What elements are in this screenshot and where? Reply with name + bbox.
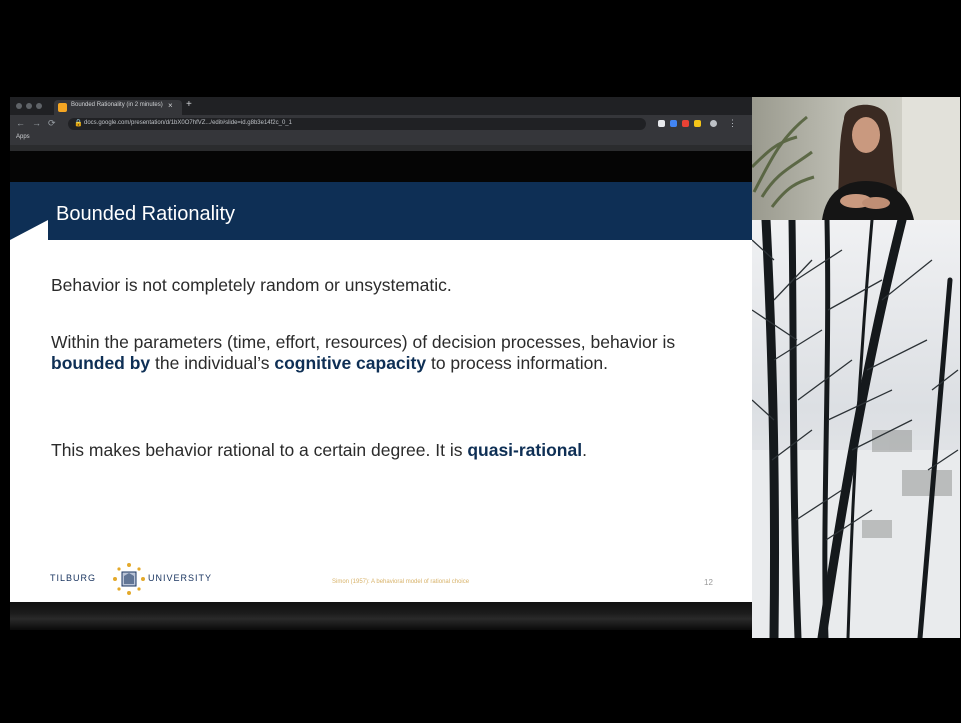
paragraph-3-part1: This makes behavior rational to a certai… [51,440,468,460]
forward-button[interactable]: → [32,118,41,128]
extension-icon[interactable] [694,120,701,127]
browser-tab[interactable]: Bounded Rationality (in 2 minutes) × [54,100,182,115]
presentation-slide: Bounded Rationality Behavior is not comp… [10,182,752,602]
minimize-window-icon[interactable] [26,103,32,109]
slide-page-number: 12 [704,578,713,587]
apps-bookmark[interactable]: Apps [16,134,30,140]
winter-trees-background [752,220,960,638]
back-button[interactable]: ← [16,118,25,128]
slide-letterbox [10,151,752,183]
bookmarks-bar: Apps [10,133,752,145]
bounded-by-emphasis: bounded by [51,353,151,373]
quasi-rational-emphasis: quasi-rational [467,440,583,460]
logo-text-tilburg: TILBURG [50,573,97,583]
extension-icon[interactable] [682,120,689,127]
slide-title: Bounded Rationality [56,203,236,225]
address-bar[interactable]: 🔒 docs.google.com/presentation/d/1bX0O7h… [68,118,646,130]
paragraph-2-part2: the individual’s [150,353,275,373]
star-icon[interactable] [658,120,665,127]
winter-trees-image [752,220,960,638]
extension-icon[interactable] [670,120,677,127]
cognitive-capacity-emphasis: cognitive capacity [274,353,427,373]
desktop-strip [10,602,752,630]
close-window-icon[interactable] [16,103,22,109]
presenter-image [752,97,960,220]
paragraph-2: Within the parameters (time, effort, res… [51,332,741,374]
url-text: docs.google.com/presentation/d/1bX0O7hfV… [84,120,292,126]
logo-text-university: UNIVERSITY [148,573,213,583]
paragraph-3-part2: . [582,440,587,460]
paragraph-2-part3: to process information. [426,353,608,373]
lock-icon: 🔒 [74,120,83,127]
browser-toolbar: ← → ⟳ 🔒 docs.google.com/presentation/d/1… [10,115,752,133]
browser-window-chrome: Bounded Rationality (in 2 minutes) × + ←… [10,97,752,153]
title-band-fold [10,220,48,240]
reload-button[interactable]: ⟳ [48,118,56,129]
new-tab-button[interactable]: + [186,99,192,110]
paragraph-1-text: Behavior is not completely random or uns… [51,275,452,295]
paragraph-1: Behavior is not completely random or uns… [51,275,741,296]
citation-footnote: Simon (1957): A behavioral model of rati… [332,579,470,585]
paragraph-2-part1: Within the parameters (time, effort, res… [51,332,676,352]
maximize-window-icon[interactable] [36,103,42,109]
paragraph-3: This makes behavior rational to a certai… [51,440,741,461]
tab-title: Bounded Rationality (in 2 minutes) [71,102,163,108]
slides-favicon-icon [58,103,67,112]
presenter-webcam [752,97,960,220]
menu-dots-icon[interactable]: ⋮ [728,118,737,129]
tilburg-seal-icon [113,563,145,595]
profile-avatar[interactable] [710,120,717,127]
tab-close-icon[interactable]: × [168,101,173,110]
tab-bar: Bounded Rationality (in 2 minutes) × + [10,97,752,115]
